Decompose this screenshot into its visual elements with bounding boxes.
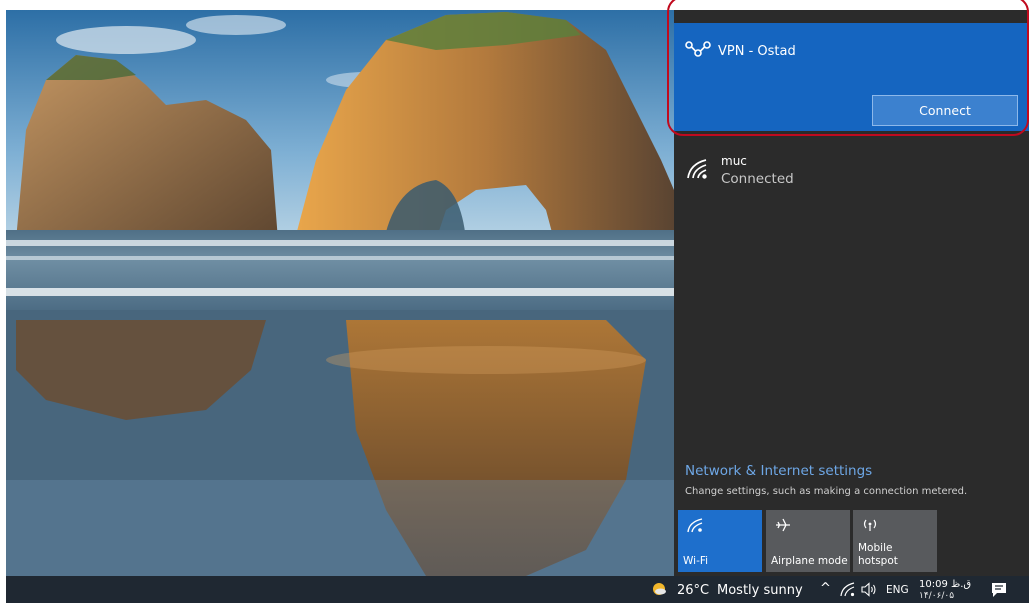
wifi-network-name: muc <box>721 154 747 168</box>
vpn-name: VPN - Ostad <box>718 44 796 59</box>
vpn-connection-tile[interactable]: VPN - Ostad Connect <box>674 23 1029 131</box>
airplane-icon <box>776 518 790 532</box>
wifi-quick-action[interactable]: Wi-Fi <box>678 510 762 572</box>
clock-date[interactable]: ۱۴/۰۶/۰۵ <box>919 591 954 601</box>
network-settings-description: Change settings, such as making a connec… <box>685 486 968 497</box>
notification-center-icon[interactable] <box>990 581 1008 599</box>
mobile-hotspot-label: Mobile hotspot <box>858 542 898 567</box>
wallpaper-image <box>6 10 674 576</box>
vpn-connect-button[interactable]: Connect <box>872 95 1018 126</box>
network-settings-link[interactable]: Network & Internet settings <box>685 463 872 479</box>
tray-wifi-icon[interactable] <box>840 582 855 597</box>
airplane-mode-label: Airplane mode <box>771 555 848 567</box>
volume-icon[interactable] <box>861 582 878 597</box>
wifi-quick-action-label: Wi-Fi <box>683 555 709 567</box>
desktop-wallpaper <box>6 10 674 576</box>
clock-time[interactable]: 10:09 ق.ظ <box>919 579 971 590</box>
show-hidden-icons-chevron-icon[interactable]: ^ <box>820 581 831 596</box>
weather-temperature[interactable]: 26°C <box>677 583 709 598</box>
hotspot-icon <box>863 519 877 531</box>
taskbar: 26°C Mostly sunny ^ ENG 10:09 ق.ظ ۱۴/۰۶/… <box>6 576 1029 603</box>
vpn-icon <box>685 41 711 57</box>
wifi-network-item[interactable]: muc Connected <box>674 150 1029 196</box>
mobile-hotspot-quick-action[interactable]: Mobile hotspot <box>853 510 937 572</box>
wifi-network-status: Connected <box>721 171 794 187</box>
airplane-mode-quick-action[interactable]: Airplane mode <box>766 510 850 572</box>
language-indicator[interactable]: ENG <box>886 584 909 596</box>
wifi-signal-icon <box>687 159 707 179</box>
wifi-icon <box>687 518 703 533</box>
network-flyout: VPN - Ostad Connect muc Connected Networ… <box>674 10 1029 576</box>
weather-condition[interactable]: Mostly sunny <box>717 583 803 598</box>
weather-sun-icon[interactable] <box>651 581 667 597</box>
